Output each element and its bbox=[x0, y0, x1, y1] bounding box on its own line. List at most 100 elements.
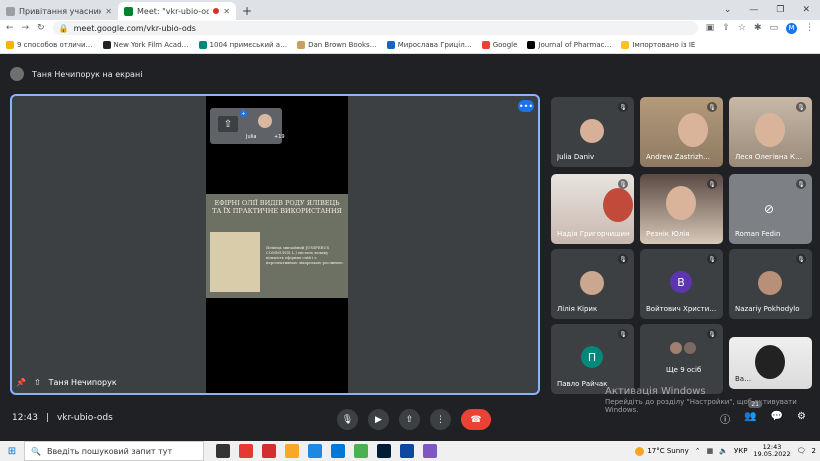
camera-indicator-icon[interactable]: ▣ bbox=[706, 23, 715, 33]
close-window-icon[interactable]: ✕ bbox=[802, 5, 810, 15]
bookmark-item[interactable]: Мирослава Гриціл… bbox=[386, 40, 472, 49]
bookmark-icon bbox=[527, 40, 536, 49]
info-icon[interactable]: ⓘ bbox=[720, 411, 730, 426]
people-count-badge: 21 bbox=[748, 401, 762, 408]
bookmark-item[interactable]: 9 способов отличи… bbox=[6, 40, 93, 49]
url-field[interactable]: 🔒 meet.google.com/vkr-ubio-ods bbox=[52, 21, 698, 35]
present-button[interactable]: ⇧ bbox=[399, 409, 420, 430]
app-icon[interactable] bbox=[239, 444, 253, 458]
avatar bbox=[670, 342, 682, 354]
mini-tile-count: +19 bbox=[274, 134, 285, 140]
more-options-icon[interactable]: ••• bbox=[518, 100, 534, 112]
volume-icon[interactable]: 🔈 bbox=[719, 447, 728, 455]
pin-icon[interactable]: 📌 bbox=[16, 378, 26, 387]
participant-tile[interactable]: 🎙 Nazariy Pokhodylo bbox=[729, 249, 812, 319]
participant-name: Nazariy Pokhodylo bbox=[735, 305, 800, 313]
close-icon[interactable]: ✕ bbox=[105, 7, 112, 16]
chat-icon[interactable]: 💬 bbox=[771, 411, 783, 426]
tab-label: Meet: "vkr-ubio-ods" bbox=[137, 6, 210, 16]
camera-button[interactable]: ▶ bbox=[368, 409, 389, 430]
avatar-initial: В bbox=[670, 271, 692, 293]
taskbar-search-input[interactable]: 🔍 Введіть пошуковий запит тут bbox=[24, 441, 204, 461]
reload-icon[interactable]: ↻ bbox=[37, 23, 45, 33]
mic-off-icon: 🎙 bbox=[707, 179, 717, 189]
participant-tile[interactable]: 🎙 ⊘ Roman Fedin bbox=[729, 174, 812, 244]
badge-icon: + bbox=[240, 110, 247, 117]
chevron-up-icon[interactable]: ⌃ bbox=[695, 447, 701, 455]
meet-favicon bbox=[124, 6, 133, 16]
tab-label: Привітання учасникам студент… bbox=[19, 6, 102, 16]
extensions-icon[interactable]: ✱ bbox=[754, 23, 762, 33]
bookmark-item[interactable]: Dan Brown Books… bbox=[297, 40, 377, 49]
slide-title: ЕФІРНІ ОЛІЇ ВИДІВ РОДУ ЯЛІВЕЦЬ ТА ЇХ ПРА… bbox=[212, 199, 342, 215]
leave-call-button[interactable]: ☎ bbox=[461, 409, 491, 430]
search-placeholder: Введіть пошуковий запит тут bbox=[46, 446, 173, 456]
presenting-banner: Таня Нечипорук на екрані bbox=[10, 64, 550, 84]
more-participants-tile[interactable]: 🎙 Ще 9 осіб bbox=[640, 324, 723, 394]
forward-icon[interactable]: → bbox=[22, 23, 30, 33]
sidebar-icon[interactable]: ▭ bbox=[769, 23, 778, 33]
app-icon[interactable] bbox=[262, 444, 276, 458]
present-icon: ⇧ bbox=[33, 378, 41, 387]
sun-icon bbox=[635, 446, 645, 456]
participant-tile[interactable]: 🎙 В Войтович Христи… bbox=[640, 249, 723, 319]
bookmark-star-icon[interactable]: ☆ bbox=[738, 23, 746, 33]
bookmark-item[interactable]: Імпортовано із IE bbox=[621, 40, 695, 49]
chevron-down-icon[interactable]: ⌄ bbox=[724, 5, 732, 15]
participant-tile[interactable]: 🎙 П Павло Райчак bbox=[551, 324, 634, 394]
tab-meet[interactable]: Meet: "vkr-ubio-ods" ✕ bbox=[118, 2, 236, 20]
activities-icon[interactable]: ⚙ bbox=[797, 411, 806, 426]
network-icon[interactable]: ▦ bbox=[707, 447, 714, 455]
new-tab-button[interactable]: + bbox=[236, 2, 258, 20]
plant-illustration bbox=[210, 232, 260, 292]
participant-tile[interactable]: 🎙 Надія Григорчишин bbox=[551, 174, 634, 244]
avatar-initial: П bbox=[581, 346, 603, 368]
stage-name-bar: 📌 ⇧ Таня Нечипорук bbox=[16, 378, 117, 387]
self-view-tile[interactable]: Ва… bbox=[729, 337, 812, 389]
hang-up-icon: ☎ bbox=[470, 414, 482, 425]
close-icon[interactable]: ✕ bbox=[223, 7, 230, 16]
avatar bbox=[603, 188, 633, 222]
meeting-controls-bar: 12:43 | vkr-ubio-ods 🎙 ▶ ⇧ ⋮ ☎ ⓘ 👥 💬 ⚙ 2… bbox=[0, 401, 820, 435]
app-icon[interactable] bbox=[400, 444, 414, 458]
back-icon[interactable]: ← bbox=[6, 23, 14, 33]
edge-icon[interactable] bbox=[331, 444, 345, 458]
participant-name: Ва… bbox=[735, 375, 752, 383]
mic-off-icon: 🎙 bbox=[618, 102, 628, 112]
tab-greeting[interactable]: Привітання учасникам студент… ✕ bbox=[0, 2, 118, 20]
taskbar-clock[interactable]: 12:43 19.05.2022 bbox=[753, 443, 790, 458]
viber-icon[interactable] bbox=[423, 444, 437, 458]
photoshop-icon[interactable] bbox=[377, 444, 391, 458]
presentation-slide: ЕФІРНІ ОЛІЇ ВИДІВ РОДУ ЯЛІВЕЦЬ ТА ЇХ ПРА… bbox=[206, 194, 348, 298]
word-icon[interactable] bbox=[308, 444, 322, 458]
bookmark-item[interactable]: Journal of Pharmac… bbox=[527, 40, 611, 49]
windows-start-icon[interactable]: ⊞ bbox=[0, 441, 24, 461]
participant-tile[interactable]: 🎙 Andrew Zastrizh… bbox=[640, 97, 723, 167]
more-options-button[interactable]: ⋮ bbox=[430, 409, 451, 430]
file-explorer-icon[interactable] bbox=[285, 444, 299, 458]
avatar bbox=[678, 113, 708, 147]
mic-button[interactable]: 🎙 bbox=[337, 409, 358, 430]
participant-tile[interactable]: 🎙 Лілія Кірик bbox=[551, 249, 634, 319]
share-icon[interactable]: ⇪ bbox=[722, 23, 730, 33]
minimize-icon[interactable]: — bbox=[749, 5, 758, 15]
chrome-icon[interactable] bbox=[354, 444, 368, 458]
participant-tile[interactable]: 🎙 Julia Daniv bbox=[551, 97, 634, 167]
weather-widget[interactable]: 17°C Sunny bbox=[635, 446, 689, 456]
mic-off-icon: 🎙 bbox=[618, 329, 628, 339]
menu-dots-icon[interactable]: ⋮ bbox=[805, 23, 814, 33]
participant-tile[interactable]: 🎙 Резнік Юлія bbox=[640, 174, 723, 244]
main-stage[interactable]: ⇧ + Julia +19 ЕФІРНІ ОЛІЇ ВИДІВ РОДУ ЯЛІ… bbox=[10, 94, 540, 395]
bookmark-item[interactable]: 1004 примєський а… bbox=[198, 40, 287, 49]
profile-avatar[interactable]: M bbox=[786, 22, 797, 34]
task-view-icon[interactable] bbox=[216, 444, 230, 458]
language-indicator[interactable]: УКР bbox=[734, 447, 747, 455]
mic-off-icon: 🎙 bbox=[707, 254, 717, 264]
notifications-icon[interactable]: 🗨 bbox=[797, 447, 806, 455]
participant-tile[interactable]: 🎙 Леся Олегівна К… bbox=[729, 97, 812, 167]
people-icon[interactable]: 👥 bbox=[744, 411, 756, 426]
bookmark-item[interactable]: Google bbox=[481, 40, 517, 49]
maximize-icon[interactable]: ❐ bbox=[776, 5, 784, 15]
bookmark-item[interactable]: New York Film Acad… bbox=[102, 40, 189, 49]
url-text: meet.google.com/vkr-ubio-ods bbox=[73, 23, 196, 33]
